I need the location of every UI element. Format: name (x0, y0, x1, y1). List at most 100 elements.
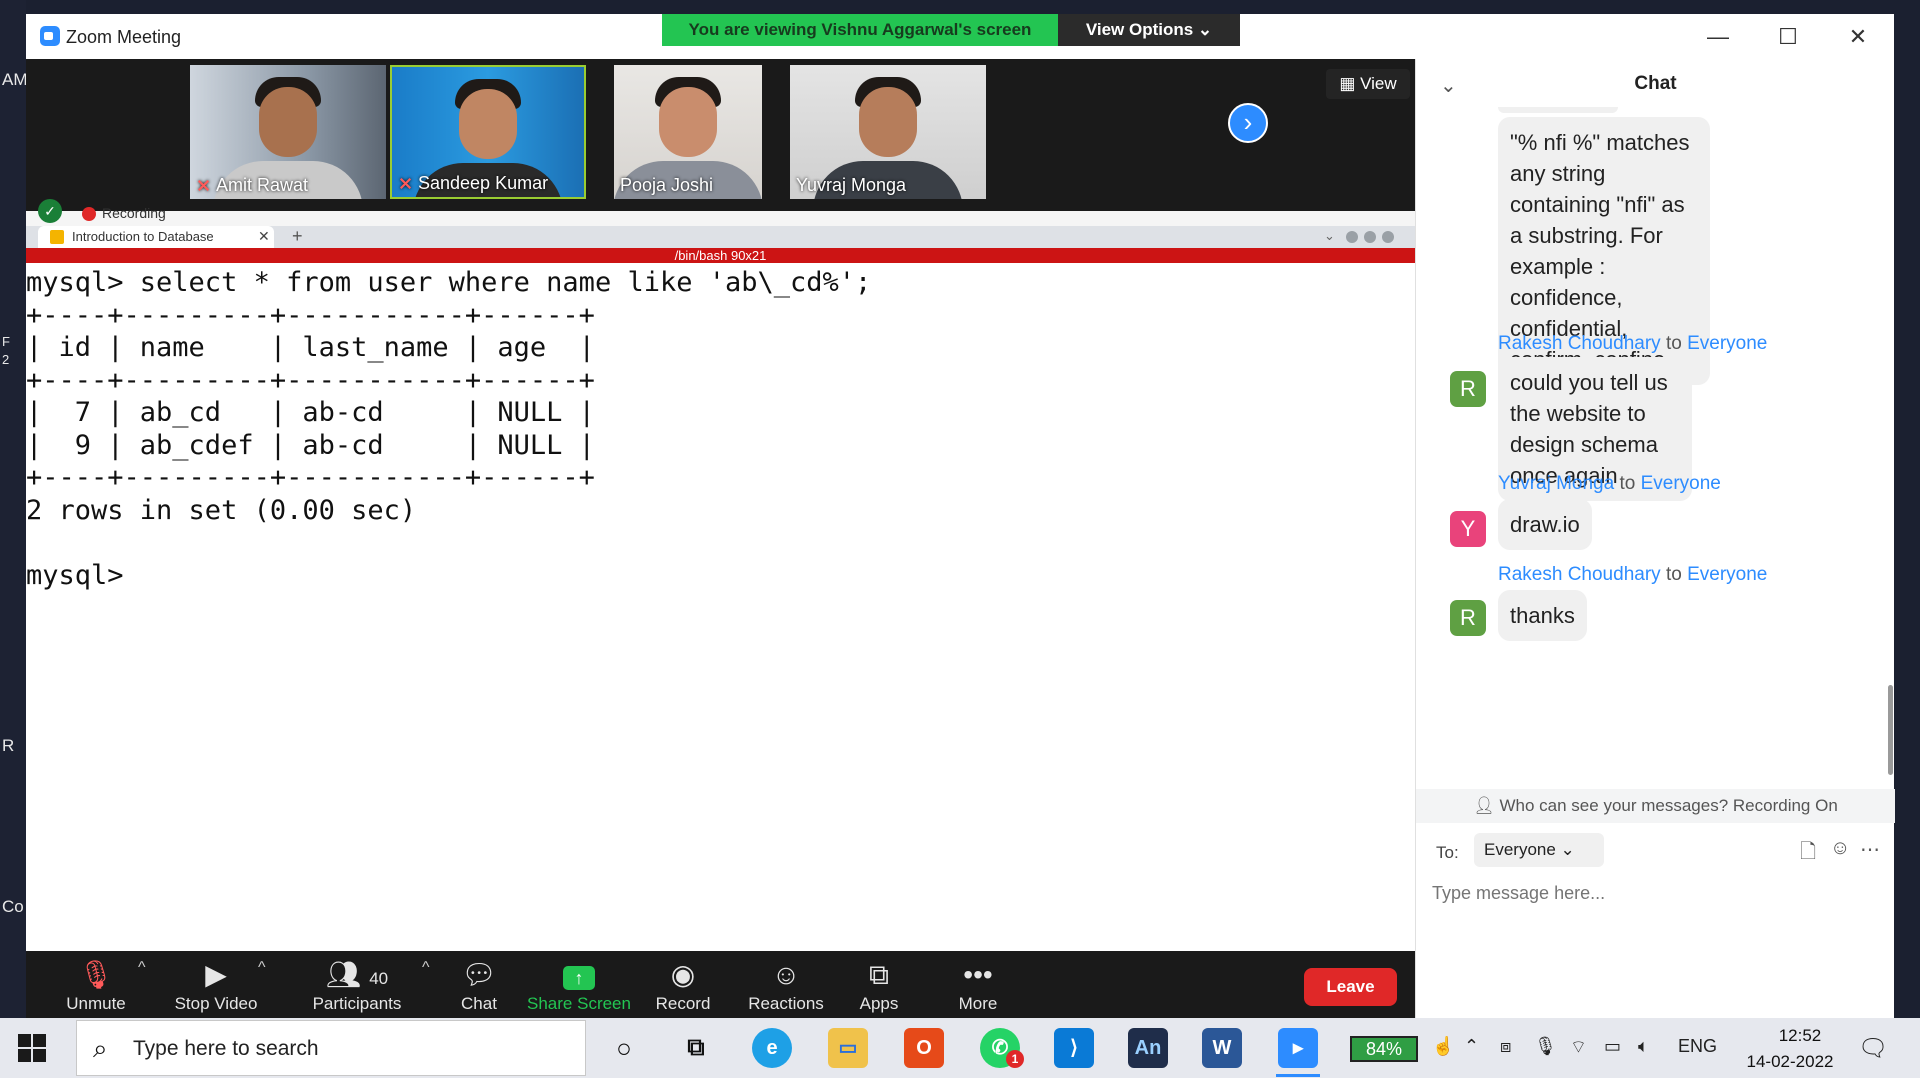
emoji-icon[interactable]: ☺ (1830, 837, 1850, 860)
search-placeholder: Type here to search (133, 1037, 319, 1060)
terminal-output[interactable]: mysql> select * from user where name lik… (26, 263, 1415, 951)
desktop-text: R (2, 736, 15, 755)
participant-tile[interactable]: ⨯ Amit Rawat (190, 65, 386, 199)
avatar: R (1450, 371, 1486, 407)
new-tab-icon[interactable]: + (292, 226, 303, 247)
window-dot-icon[interactable] (1382, 231, 1394, 243)
participant-tile-active[interactable]: ⨯ Sandeep Kumar (390, 65, 586, 199)
chat-scrollbar[interactable] (1888, 685, 1893, 775)
file-icon[interactable]: 🗋 (1800, 837, 1816, 871)
record-button[interactable]: ◉ Record (638, 951, 728, 1018)
chat-bubble: thanks (1498, 590, 1587, 641)
chat-button[interactable]: 💬︎ Chat (434, 951, 524, 1018)
terminal-title: /bin/bash 90x21 (26, 248, 1415, 263)
browser-tab[interactable]: Introduction to Database ✕ (38, 226, 274, 248)
audio-options-caret-icon[interactable]: ^ (138, 959, 146, 977)
touch-icon[interactable]: ☝ (1432, 1036, 1454, 1057)
chat-title: Chat (1634, 73, 1677, 94)
shared-screen: ✓ Recording Introduction to Database ✕ +… (26, 199, 1415, 951)
chat-sender: Rakesh Choudhary to Everyone (1498, 564, 1768, 585)
avatar: Y (1450, 511, 1486, 547)
chevron-up-icon[interactable]: ⌃ (1464, 1036, 1479, 1057)
privacy-notice[interactable]: 👤︎ Who can see your messages? Recording … (1416, 789, 1895, 823)
wifi-icon[interactable]: ⌔ (1570, 1036, 1587, 1059)
video-strip: ⨯ Amit Rawat ⨯ Sandeep Kumar Pooja Joshi Y… (26, 59, 1415, 211)
reactions-button[interactable]: ☺ Reactions (736, 951, 836, 1018)
muted-mic-icon: ⨯ (398, 173, 414, 193)
recording-label: Recording (102, 205, 166, 221)
task-view-icon[interactable]: ⧉ (676, 1028, 716, 1068)
record-icon: ◉ (670, 959, 696, 990)
zoom-icon[interactable]: ▸ (1278, 1028, 1318, 1068)
window-dot-icon[interactable] (1364, 231, 1376, 243)
person-lock-icon: 👤︎ (1473, 796, 1500, 815)
more-button[interactable]: ••• More (938, 951, 1018, 1018)
animate-icon[interactable]: An (1128, 1028, 1168, 1068)
whatsapp-icon[interactable]: ✆ 1 (980, 1028, 1024, 1068)
meeting-toolbar: 🎙︎ Unmute ^ ▶︎ Stop Video ^ 👥︎ 40 Partic… (26, 951, 1415, 1018)
terminal-line: 2 rows in set (0.00 sec) (26, 494, 417, 526)
view-options-button[interactable]: View Options ⌄ (1058, 14, 1240, 46)
microphone-icon[interactable]: 🎙︎ (1534, 1036, 1557, 1057)
minimize-icon[interactable]: — (1696, 22, 1740, 52)
message-input[interactable] (1432, 873, 1872, 913)
desktop-left-strip: AM F 2 R Co (0, 0, 28, 1018)
shield-icon: ✓ (38, 199, 62, 223)
language-indicator[interactable]: ENG (1678, 1036, 1717, 1057)
share-screen-button[interactable]: ↑ Share Screen (524, 951, 634, 1018)
device-icon[interactable]: ⧈ (1500, 1036, 1511, 1057)
volume-icon[interactable]: 🔈︎ (1638, 1036, 1649, 1057)
video-options-caret-icon[interactable]: ^ (258, 959, 266, 977)
apps-icon: ⧉ (869, 959, 889, 990)
participants-options-caret-icon[interactable]: ^ (422, 959, 430, 977)
chevron-down-icon[interactable]: ⌄ (1440, 73, 1457, 98)
battery-icon[interactable]: ▭ (1604, 1036, 1621, 1057)
zoom-window: Zoom Meeting You are viewing Vishnu Agga… (26, 14, 1895, 1018)
taskbar-search[interactable]: ⌕ Type here to search (76, 1020, 586, 1076)
chat-bubble-icon: 💬︎ (461, 959, 497, 990)
participant-name: ⨯ Sandeep Kumar (398, 173, 549, 193)
participant-name: Yuvraj Monga (796, 175, 907, 195)
tab-favicon-icon (50, 230, 64, 244)
office-icon[interactable]: O (904, 1028, 944, 1068)
battery-indicator[interactable]: 84% (1350, 1036, 1418, 1062)
participants-icon: 👥︎ 40 (325, 959, 389, 990)
muted-mic-icon: ⨯ (196, 175, 212, 195)
terminal-line: +----+---------+-----------+------+ (26, 462, 595, 493)
apps-button[interactable]: ⧉ Apps (842, 951, 916, 1018)
chat-sender: Yuvraj Monga to Everyone (1498, 473, 1721, 494)
next-page-button[interactable]: › (1228, 103, 1268, 143)
close-icon[interactable]: ✕ (1836, 22, 1880, 52)
maximize-icon[interactable]: ☐ (1766, 22, 1810, 52)
notification-center-icon[interactable]: 🗨︎ (1858, 1034, 1888, 1063)
participant-tile[interactable]: Yuvraj Monga (790, 65, 986, 199)
cortana-icon[interactable]: ○ (604, 1028, 644, 1068)
more-options-icon[interactable]: ⋯ (1860, 837, 1880, 862)
more-dots-icon: ••• (963, 959, 993, 990)
recipient-select[interactable]: Everyone ⌄ (1474, 833, 1604, 867)
word-icon[interactable]: W (1202, 1028, 1242, 1068)
windows-start-icon[interactable] (18, 1034, 46, 1062)
leave-button[interactable]: Leave (1304, 968, 1397, 1006)
reactions-icon: ☺ (771, 959, 801, 990)
clock-date[interactable]: 14-02-2022 (1730, 1052, 1850, 1072)
desktop-text: Co (2, 897, 24, 916)
chat-bubble: draw.io (1498, 499, 1592, 550)
edge-icon[interactable]: e (752, 1028, 792, 1068)
window-dot-icon[interactable] (1346, 231, 1358, 243)
notification-badge: 1 (1006, 1050, 1024, 1068)
view-button[interactable]: ▦ View (1326, 69, 1410, 99)
tab-menu-icon[interactable]: ⌄ (1324, 228, 1335, 244)
desktop-text: F (2, 334, 10, 349)
unmute-button[interactable]: 🎙︎ Unmute (46, 951, 146, 1018)
clock-time[interactable]: 12:52 (1760, 1026, 1840, 1046)
vscode-icon[interactable]: ⟩ (1054, 1028, 1094, 1068)
browser-tab-strip: Introduction to Database ✕ + ⌄ (26, 226, 1415, 248)
participant-tile[interactable]: Pooja Joshi (614, 65, 762, 199)
file-explorer-icon[interactable]: ▭ (828, 1028, 868, 1068)
tab-close-icon[interactable]: ✕ (258, 228, 270, 245)
participant-name: Pooja Joshi (620, 175, 714, 195)
muted-microphone-icon: 🎙︎ (78, 959, 114, 990)
participants-button[interactable]: 👥︎ 40 Participants (292, 951, 422, 1018)
previous-bubble-edge (1498, 107, 1618, 113)
